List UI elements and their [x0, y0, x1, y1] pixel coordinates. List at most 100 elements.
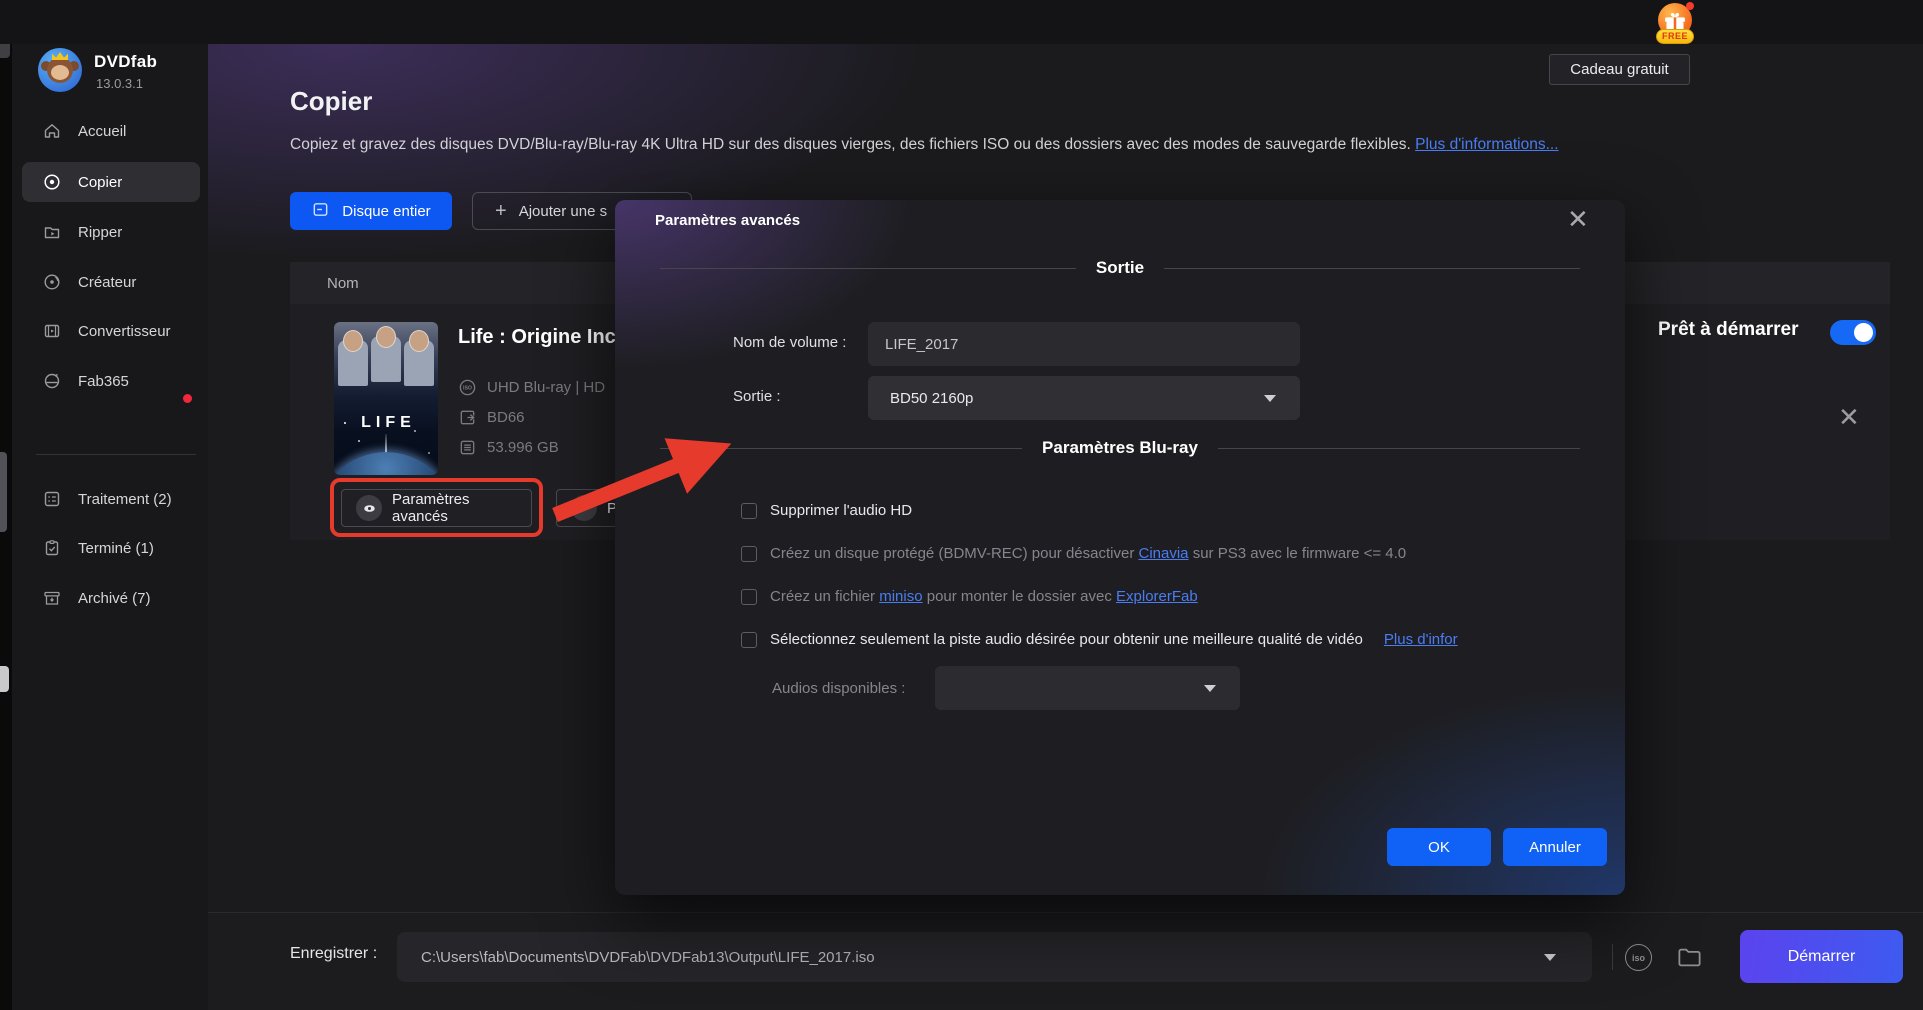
divider [660, 448, 1022, 449]
sidebar-item-label: Archivé (7) [78, 590, 151, 607]
sidebar-divider [36, 454, 196, 455]
sidebar-item-label: Fab365 [78, 373, 129, 390]
disc-create-icon [42, 272, 62, 292]
ready-to-start-label: Prêt à démarrer [1658, 319, 1798, 341]
dvdfab-logo [38, 48, 82, 92]
audio-track-label: Sélectionnez seulement la piste audio dé… [770, 631, 1363, 648]
protected-disc-label: Créez un disque protégé (BDMV-REC) pour … [770, 545, 1406, 562]
advanced-settings-button[interactable]: Paramètres avancés [341, 489, 532, 527]
svg-text:ISO: ISO [463, 386, 472, 392]
remove-hd-audio-row[interactable]: Supprimer l'audio HD [741, 502, 912, 519]
film-icon [42, 321, 62, 341]
dialog-close-icon[interactable]: ✕ [1567, 204, 1589, 235]
toggle-knob [1854, 323, 1873, 342]
output-select-value: BD50 2160p [890, 390, 973, 407]
ready-toggle[interactable] [1830, 320, 1876, 345]
logo-detail [51, 65, 69, 80]
sidebar-item-termine[interactable]: Terminé (1) [22, 528, 200, 568]
notification-dot [1686, 2, 1694, 10]
more-info-link[interactable]: Plus d'informations... [1415, 136, 1558, 153]
sidebar-item-copier[interactable]: Copier [22, 162, 200, 202]
full-disc-button[interactable]: Disque entier [290, 192, 452, 230]
brand-version: 13.0.3.1 [96, 76, 143, 91]
audios-select-caret [1204, 685, 1216, 692]
edge-fragment [0, 666, 9, 692]
checkbox[interactable] [741, 546, 757, 562]
checkbox[interactable] [741, 503, 757, 519]
archive-box-icon [42, 588, 62, 608]
brand-name: DVDfab [94, 52, 157, 72]
checkbox[interactable] [741, 589, 757, 605]
sidebar-item-convertisseur[interactable]: Convertisseur [22, 311, 200, 351]
bluray-section-header: Paramètres Blu-ray [660, 438, 1580, 458]
sidebar: DVDfab 13.0.3.1 Accueil Copier Ripper Cr… [12, 30, 208, 1010]
free-gift-tooltip: Cadeau gratuit [1549, 54, 1690, 85]
sidebar-item-label: Terminé (1) [78, 540, 154, 557]
sidebar-item-label: Copier [78, 174, 122, 191]
play-icon [571, 495, 597, 521]
sidebar-item-fab365[interactable]: Fab365 [22, 361, 200, 401]
logo-detail [52, 52, 68, 60]
iso-output-icon[interactable]: iso [1625, 944, 1652, 971]
poster-title: LIFE [334, 414, 438, 432]
sidebar-item-label: Convertisseur [78, 323, 171, 340]
add-source-label: Ajouter une s [519, 203, 607, 220]
checkbox[interactable] [741, 632, 757, 648]
path-dropdown-caret[interactable] [1544, 954, 1556, 961]
divider [1164, 268, 1580, 269]
cinavia-link[interactable]: Cinavia [1139, 545, 1189, 562]
cancel-button[interactable]: Annuler [1503, 828, 1607, 866]
iso-disc-icon: ISO [458, 378, 477, 397]
miniso-link[interactable]: miniso [879, 588, 922, 605]
remove-hd-audio-label: Supprimer l'audio HD [770, 502, 912, 519]
poster-earth [334, 452, 438, 475]
folder-output-icon[interactable] [1676, 944, 1703, 976]
output-label: Sortie : [733, 388, 781, 405]
output-select[interactable]: BD50 2160p [868, 376, 1300, 420]
sidebar-item-archive[interactable]: Archivé (7) [22, 578, 200, 618]
background-window-edge [0, 0, 12, 1010]
movie-format-row: ISO UHD Blu-ray | HD [458, 378, 605, 397]
remove-row-icon[interactable]: ✕ [1838, 402, 1860, 433]
protected-disc-row[interactable]: Créez un disque protégé (BDMV-REC) pour … [741, 545, 1406, 562]
sidebar-item-createur[interactable]: Créateur [22, 262, 200, 302]
explorerfab-link[interactable]: ExplorerFab [1116, 588, 1198, 605]
poster-face [376, 326, 396, 348]
divider [660, 268, 1076, 269]
ok-button[interactable]: OK [1387, 828, 1491, 866]
sidebar-item-label: Créateur [78, 274, 136, 291]
sidebar-item-traitement[interactable]: Traitement (2) [22, 479, 200, 519]
free-gift-icon[interactable]: FREE [1656, 3, 1694, 43]
available-audios-select[interactable] [935, 666, 1240, 710]
title-bar [0, 0, 1923, 44]
fab365-notification-dot [183, 394, 192, 403]
volume-name-input[interactable]: LIFE_2017 [868, 322, 1300, 366]
plus-icon: + [495, 201, 507, 221]
available-audios-label: Audios disponibles : [772, 680, 905, 697]
output-path-field[interactable]: C:\Users\fab\Documents\DVDFab\DVDFab13\O… [397, 932, 1592, 982]
miniso-label: Créez un fichier miniso pour monter le d… [770, 588, 1198, 605]
page-description-text: Copiez et gravez des disques DVD/Blu-ray… [290, 136, 1415, 153]
list-icon [458, 438, 477, 457]
advanced-settings-label: Paramètres avancés [392, 491, 517, 525]
home-icon [42, 121, 62, 141]
screen-icon [458, 408, 477, 427]
full-disc-icon [311, 200, 330, 223]
edge-fragment [0, 452, 7, 532]
free-badge: FREE [1656, 29, 1694, 44]
page-description: Copiez et gravez des disques DVD/Blu-ray… [290, 136, 1690, 154]
movie-format: UHD Blu-ray | HD [487, 379, 605, 396]
movie-title: Life : Origine Inc [458, 326, 616, 349]
queue-icon [42, 489, 62, 509]
miniso-row[interactable]: Créez un fichier miniso pour monter le d… [741, 588, 1198, 605]
movie-disc-row: BD66 [458, 408, 525, 427]
output-section-title: Sortie [1096, 258, 1144, 278]
audio-track-row[interactable]: Sélectionnez seulement la piste audio dé… [741, 631, 1601, 648]
poster-face [409, 330, 429, 352]
more-info-link-2[interactable]: Plus d'infor [1384, 631, 1458, 648]
advanced-settings-dialog: Paramètres avancés ✕ Sortie Nom de volum… [615, 200, 1625, 895]
sidebar-item-accueil[interactable]: Accueil [22, 111, 200, 151]
start-button[interactable]: Démarrer [1740, 930, 1903, 983]
clipboard-check-icon [42, 538, 62, 558]
sidebar-item-ripper[interactable]: Ripper [22, 212, 200, 252]
